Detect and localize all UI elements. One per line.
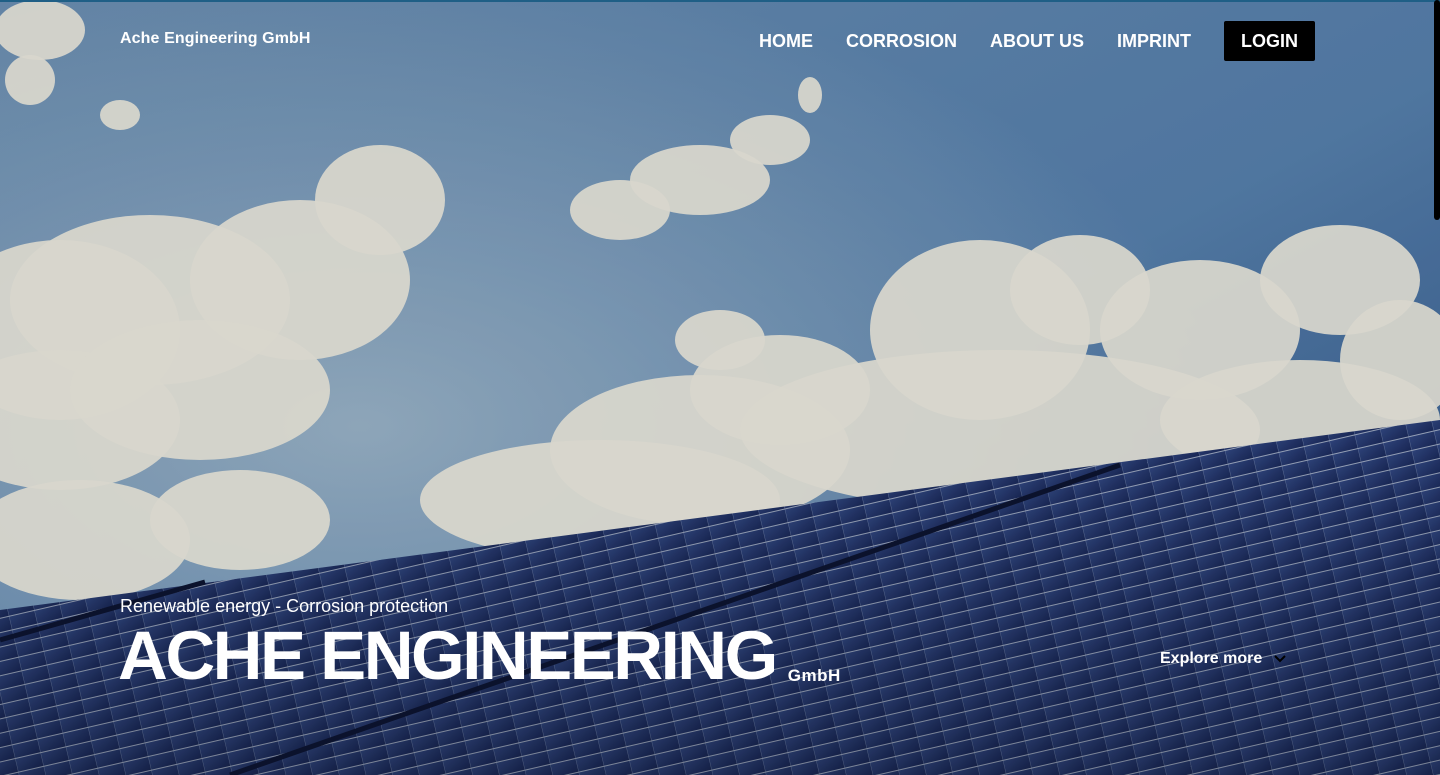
hero-title: ACHE ENGINEERING GmbH [118, 618, 841, 694]
brand-link[interactable]: Ache Engineering GmbH [120, 30, 311, 48]
hero-title-suffix: GmbH [787, 666, 841, 685]
login-button[interactable]: LOGIN [1224, 21, 1315, 61]
hero-section: Ache Engineering GmbH HOME CORROSION ABO… [0, 0, 1440, 775]
top-accent-line [0, 0, 1440, 2]
explore-more-label: Explore more [1160, 650, 1263, 667]
scrollbar-thumb[interactable] [1434, 0, 1440, 220]
nav-imprint[interactable]: IMPRINT [1117, 21, 1191, 61]
nav-about-us[interactable]: ABOUT US [990, 21, 1084, 61]
chevron-down-icon [1274, 655, 1286, 663]
nav-corrosion[interactable]: CORROSION [846, 21, 957, 61]
main-nav: HOME CORROSION ABOUT US IMPRINT LOGIN [759, 21, 1315, 61]
nav-home[interactable]: HOME [759, 21, 813, 61]
hero-title-main: ACHE ENGINEERING [118, 617, 778, 694]
hero-tagline: Renewable energy - Corrosion protection [120, 596, 449, 616]
explore-more-link[interactable]: Explore more [1160, 650, 1286, 668]
